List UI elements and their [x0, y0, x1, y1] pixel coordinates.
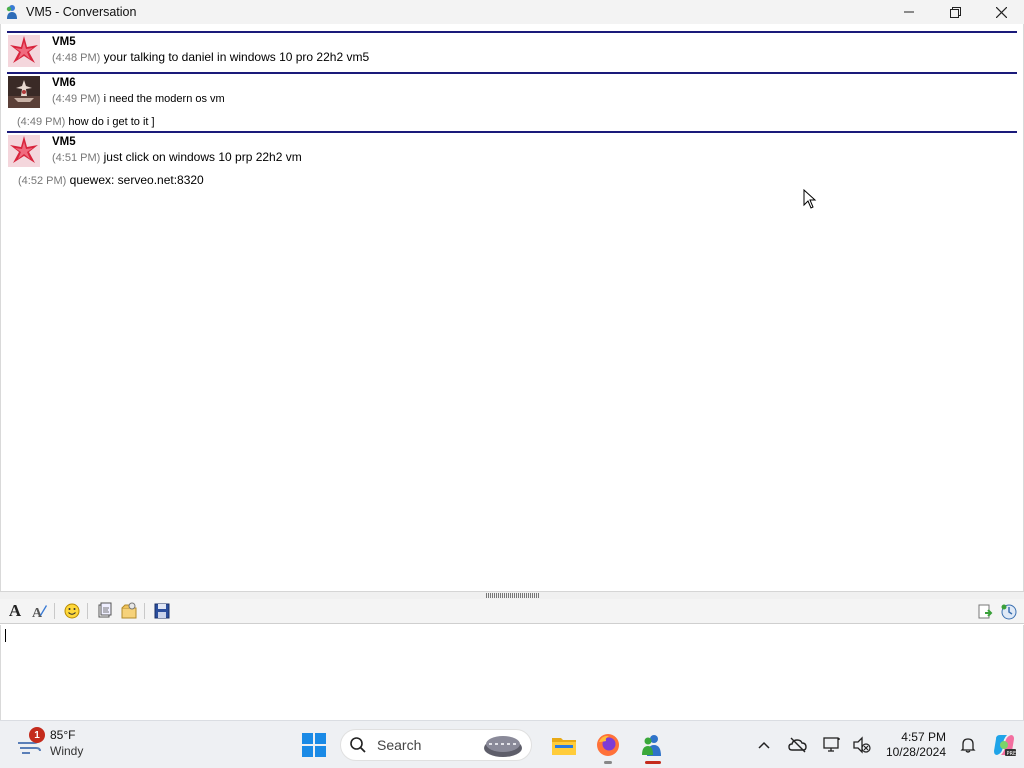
font-icon[interactable]: A: [4, 600, 26, 622]
message-text: how do i get to it ]: [68, 116, 155, 128]
search-icon: [350, 737, 366, 753]
formatting-toolbar: A A: [0, 599, 1024, 624]
timestamp: (4:52 PM): [18, 175, 67, 187]
chevron-up-icon[interactable]: [750, 731, 778, 759]
message-text: just click on windows 10 prp 22h2 vm: [103, 150, 302, 164]
message-block: VM6 (4:49 PM) i need the modern os vm (4…: [7, 72, 1017, 131]
message-text: quewex: serveo.net:8320: [69, 173, 204, 187]
clock[interactable]: 4:57 PM 10/28/2024: [886, 730, 946, 760]
onedrive-offline-icon[interactable]: [784, 731, 812, 759]
weather-temperature: 85°F: [50, 728, 76, 742]
system-tray: 4:57 PM 10/28/2024 PRE: [750, 721, 1024, 768]
search-label: Search: [377, 737, 422, 753]
message-text: i need the modern os vm: [103, 93, 225, 105]
font-style-icon[interactable]: A: [28, 600, 50, 622]
timestamp: (4:49 PM): [52, 93, 101, 105]
taskbar: 1 85°F Windy Search 4:57 PM 10/28/2024 P…: [0, 720, 1024, 768]
copilot-icon[interactable]: PRE: [990, 731, 1018, 759]
volume-muted-icon[interactable]: [848, 731, 876, 759]
toolbar-separator: [54, 603, 55, 619]
toolbar-separator: [144, 603, 145, 619]
mouse-cursor-icon: [803, 189, 817, 209]
svg-text:PRE: PRE: [1007, 751, 1017, 757]
restore-button[interactable]: [932, 0, 978, 24]
text-caret: [5, 629, 6, 642]
toolbar-separator: [87, 603, 88, 619]
firefox-icon[interactable]: [588, 726, 628, 764]
title-bar: VM5 - Conversation: [0, 0, 1024, 24]
bell-icon[interactable]: [954, 731, 982, 759]
message-input[interactable]: [0, 625, 1024, 720]
minimize-button[interactable]: [886, 0, 932, 24]
active-indicator: [645, 761, 661, 764]
red-star-avatar[interactable]: [8, 135, 40, 167]
weather-widget[interactable]: 1 85°F Windy: [16, 727, 83, 759]
messenger-icon[interactable]: [632, 726, 672, 764]
message-line: (4:49 PM) i need the modern os vm: [52, 90, 1017, 106]
pagoda-avatar[interactable]: [8, 76, 40, 108]
message-text: your talking to daniel in windows 10 pro…: [103, 50, 370, 64]
clock-time: 4:57 PM: [901, 730, 946, 744]
messenger-app-icon: [4, 4, 20, 20]
notification-badge: 1: [29, 727, 45, 743]
weather-condition: Windy: [50, 744, 84, 758]
windows-logo-icon: [302, 733, 326, 757]
splitter-grip[interactable]: [486, 593, 540, 598]
system-message: (4:52 PM) quewex: serveo.net:8320: [18, 172, 204, 189]
window-title: VM5 - Conversation: [26, 5, 137, 19]
taskbar-search[interactable]: Search: [340, 729, 532, 761]
send-file-icon[interactable]: [974, 601, 996, 623]
sender-name: VM6: [52, 77, 76, 89]
sender-name: VM5: [52, 36, 76, 48]
file-explorer-icon[interactable]: [544, 726, 584, 764]
running-indicator: [604, 761, 612, 764]
nudge-icon[interactable]: [118, 600, 140, 622]
timestamp: (4:49 PM): [17, 116, 66, 128]
message-line: (4:48 PM) your talking to daniel in wind…: [52, 49, 1017, 65]
red-star-avatar[interactable]: [8, 35, 40, 67]
sender-name: VM5: [52, 136, 76, 148]
message-line: (4:51 PM) just click on windows 10 prp 2…: [52, 149, 1017, 165]
search-highlight-icon: [484, 736, 522, 757]
network-icon[interactable]: [818, 731, 846, 759]
message-line: (4:49 PM) how do i get to it ]: [7, 108, 1017, 128]
wind-icon: 1: [16, 727, 45, 757]
activities-icon[interactable]: [998, 601, 1020, 623]
message-block: VM5 (4:51 PM) just click on windows 10 p…: [7, 131, 1017, 171]
conversation-history[interactable]: VM5 (4:48 PM) your talking to daniel in …: [0, 24, 1024, 591]
timestamp: (4:48 PM): [52, 52, 101, 64]
wink-icon[interactable]: [94, 600, 116, 622]
timestamp: (4:51 PM): [52, 152, 101, 164]
start-button[interactable]: [296, 727, 332, 763]
save-icon[interactable]: [151, 600, 173, 622]
splitter[interactable]: [0, 591, 1024, 599]
message-block: VM5 (4:48 PM) your talking to daniel in …: [7, 31, 1017, 72]
close-button[interactable]: [978, 0, 1024, 24]
emoticon-icon[interactable]: [61, 600, 83, 622]
clock-date: 10/28/2024: [885, 745, 946, 759]
